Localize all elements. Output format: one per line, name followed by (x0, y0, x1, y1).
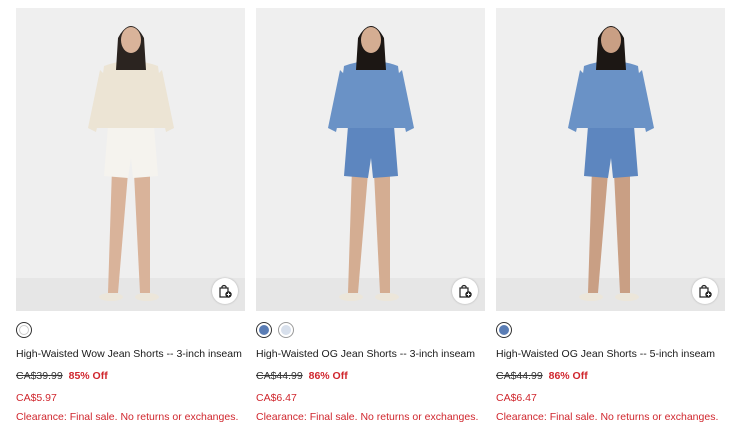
model-right-shoe (135, 293, 159, 301)
add-to-bag-button[interactable] (212, 278, 238, 304)
model-left-shoe (579, 293, 603, 301)
model-photo-illustration (496, 8, 725, 311)
color-swatch[interactable] (278, 322, 294, 338)
swatch-color-fill (499, 325, 509, 335)
model-photo-illustration (256, 8, 485, 311)
model-right-shoe (375, 293, 399, 301)
color-swatches (256, 321, 485, 339)
shopping-bag-plus-icon (219, 284, 232, 298)
sale-price: CA$5.97 (16, 391, 57, 404)
product-grid: High-Waisted Wow Jean Shorts -- 3-inch i… (16, 8, 725, 423)
product-card[interactable]: High-Waisted OG Jean Shorts -- 3-inch in… (256, 8, 485, 423)
shopping-bag-plus-icon (699, 284, 712, 298)
model-face (601, 27, 621, 53)
product-image[interactable] (256, 8, 485, 311)
clearance-note: Clearance: Final sale. No returns or exc… (496, 410, 719, 423)
discount-badge: 86% Off (548, 369, 588, 382)
product-card[interactable]: High-Waisted OG Jean Shorts -- 5-inch in… (496, 8, 725, 423)
color-swatch[interactable] (496, 322, 512, 338)
color-swatch[interactable] (16, 322, 32, 338)
product-name[interactable]: High-Waisted OG Jean Shorts -- 3-inch in… (256, 348, 485, 361)
product-card[interactable]: High-Waisted Wow Jean Shorts -- 3-inch i… (16, 8, 245, 423)
model-top (336, 61, 406, 128)
product-name[interactable]: High-Waisted OG Jean Shorts -- 5-inch in… (496, 348, 725, 361)
add-to-bag-button[interactable] (692, 278, 718, 304)
product-image[interactable] (16, 8, 245, 311)
model-left-shoe (99, 293, 123, 301)
model-right-shoe (615, 293, 639, 301)
shopping-bag-plus-icon (459, 284, 472, 298)
product-image[interactable] (496, 8, 725, 311)
model-face (121, 27, 141, 53)
add-to-bag-button[interactable] (452, 278, 478, 304)
sale-price: CA$6.47 (256, 391, 297, 404)
model-top (576, 61, 646, 128)
swatch-color-fill (281, 325, 291, 335)
product-name[interactable]: High-Waisted Wow Jean Shorts -- 3-inch i… (16, 348, 245, 361)
floor (256, 278, 485, 311)
price-row: CA$44.99 86% Off (256, 370, 485, 382)
original-price: CA$44.99 (496, 369, 543, 382)
floor (16, 278, 245, 311)
discount-badge: 86% Off (308, 369, 348, 382)
model-left-shoe (339, 293, 363, 301)
model-top (96, 61, 166, 128)
color-swatches (16, 321, 245, 339)
original-price: CA$44.99 (256, 369, 303, 382)
model-face (361, 27, 381, 53)
original-price: CA$39.99 (16, 369, 63, 382)
model-photo-illustration (16, 8, 245, 311)
swatch-color-fill (259, 325, 269, 335)
swatch-color-fill (19, 325, 29, 335)
floor (496, 278, 725, 311)
price-row: CA$39.99 85% Off (16, 370, 245, 382)
sale-price: CA$6.47 (496, 391, 537, 404)
discount-badge: 85% Off (68, 369, 108, 382)
price-row: CA$44.99 86% Off (496, 370, 725, 382)
clearance-note: Clearance: Final sale. No returns or exc… (256, 410, 479, 423)
color-swatches (496, 321, 725, 339)
color-swatch[interactable] (256, 322, 272, 338)
clearance-note: Clearance: Final sale. No returns or exc… (16, 410, 239, 423)
